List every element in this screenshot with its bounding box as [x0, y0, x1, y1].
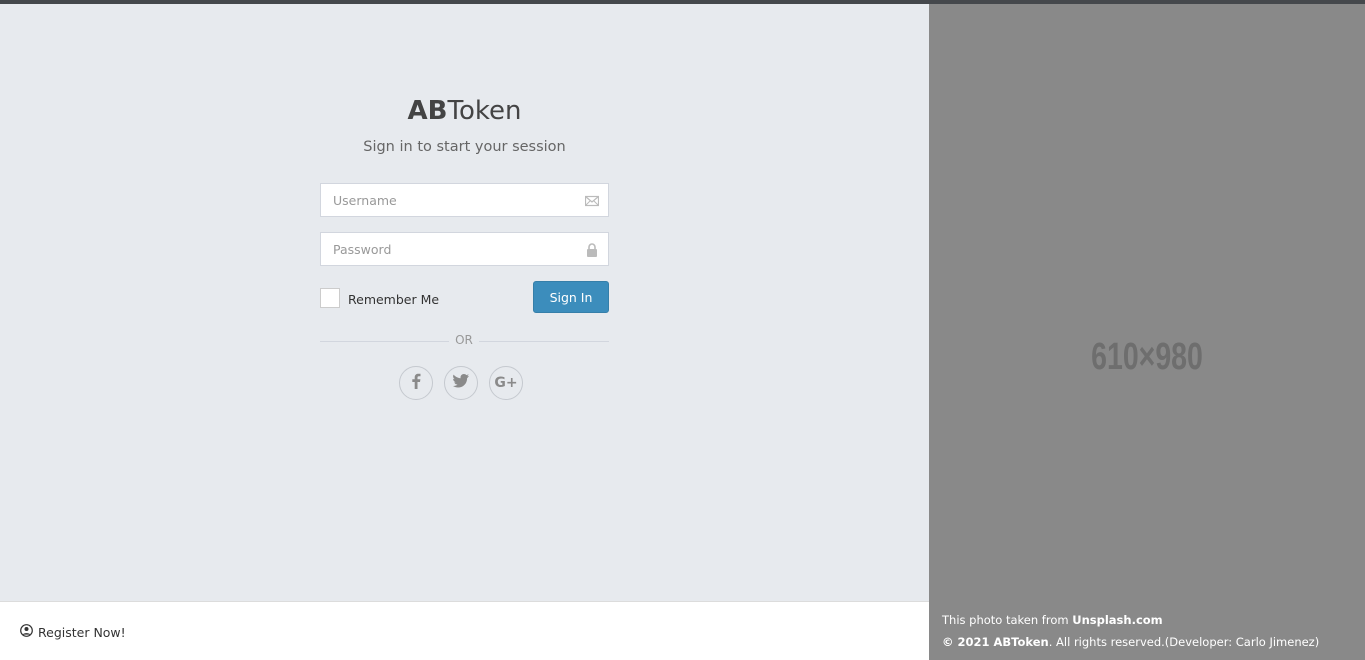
unsplash-link[interactable]: Unsplash.com [1072, 613, 1162, 627]
photo-panel: 610×980 This photo taken from Unsplash.c… [929, 4, 1365, 660]
copyright-brand: ABToken [993, 635, 1049, 649]
brand-logo: ABToken [0, 96, 929, 126]
copyright-suffix: . All rights reserved.(Developer: Carlo … [1048, 635, 1320, 649]
copyright: © 2021 ABToken. All rights reserved.(Dev… [942, 635, 1319, 649]
photo-credit-prefix: This photo taken from [942, 613, 1073, 627]
footer-bar: Register Now! [0, 601, 929, 660]
google-plus-icon: G+ [494, 375, 518, 391]
password-field [320, 232, 609, 266]
user-circle-icon [20, 624, 33, 640]
brand-regular: Token [447, 96, 522, 126]
login-subtitle: Sign in to start your session [363, 139, 566, 155]
brand-bold: AB [407, 96, 448, 126]
photo-credit: This photo taken from Unsplash.com [942, 613, 1163, 627]
divider-left [320, 341, 449, 342]
facebook-icon [410, 373, 422, 393]
remember-me-label: Remember Me [348, 292, 440, 307]
sign-in-button[interactable]: Sign In [533, 281, 609, 313]
envelope-icon [584, 193, 600, 207]
username-input[interactable] [321, 184, 573, 216]
twitter-button[interactable] [444, 366, 478, 400]
register-link[interactable]: Register Now! [20, 624, 126, 640]
remember-me-checkbox[interactable] [320, 288, 340, 308]
username-field [320, 183, 609, 217]
login-panel: ABToken Sign in to start your session Re… [0, 4, 929, 601]
copyright-prefix: © 2021 [942, 635, 994, 649]
twitter-icon [453, 374, 469, 392]
password-input[interactable] [321, 233, 573, 265]
facebook-button[interactable] [399, 366, 433, 400]
register-label: Register Now! [38, 624, 126, 640]
lock-icon [585, 242, 599, 257]
divider-right [479, 341, 609, 342]
google-plus-button[interactable]: G+ [489, 366, 523, 400]
image-placeholder-label: 610×980 [1091, 336, 1203, 378]
or-label: OR [455, 333, 473, 347]
